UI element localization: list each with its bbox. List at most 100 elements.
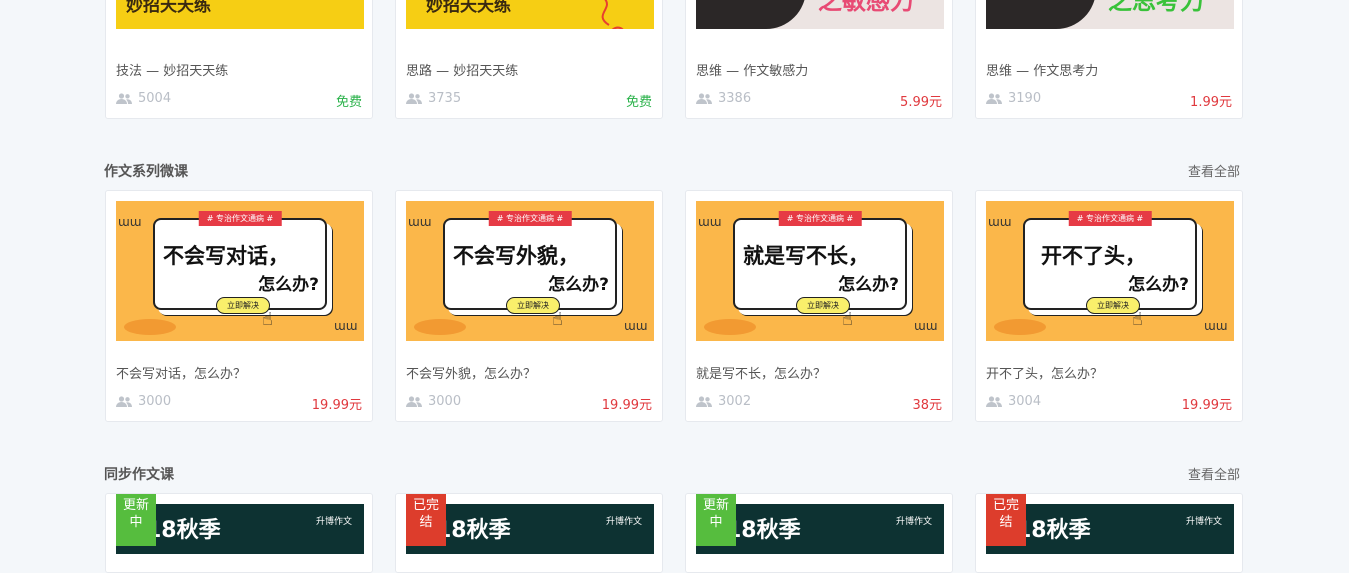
course-price: 1.99元 <box>1190 95 1232 110</box>
course-title[interactable]: 技法 — 妙招天天练 <box>116 60 228 79</box>
thumbnail-text: 之敏感力 <box>818 0 914 15</box>
pointer-hand-icon: ☝ <box>842 309 853 330</box>
status-ribbon-line1: 已完 <box>412 498 439 513</box>
course-card[interactable]: ɯɯ ɯɯ # 专治作文通病 # 开不了头， 怎么办? 立即解决 ☝ 开不了头，… <box>975 190 1243 422</box>
course-card[interactable]: 已完 结 18秋季 升博作文 <box>975 493 1243 573</box>
brand-logo: 升博作文 <box>315 517 352 527</box>
thumbnail-text: 妙招天天练 <box>426 0 511 16</box>
enrolled-count: 3000 <box>406 394 461 409</box>
users-icon <box>696 93 712 104</box>
enrolled-count-value: 3190 <box>1008 91 1042 106</box>
thumbnail-banner: # 专治作文通病 # <box>778 211 862 226</box>
course-card[interactable]: 妙招天天练 技法 — 妙招天天练 5004 免费 <box>105 0 373 119</box>
course-title[interactable]: 开不了头，怎么办？ <box>986 363 1103 382</box>
thumbnail-season: 18秋季 <box>146 518 221 543</box>
pointer-hand-icon: ☝ <box>1132 309 1143 330</box>
brand-logo: 升博作文 <box>605 517 642 527</box>
course-thumbnail[interactable]: ɯɯ ɯɯ # 专治作文通病 # 不会写对话， 怎么办? 立即解决 ☝ <box>116 201 364 341</box>
pointer-hand-icon: ☝ <box>262 309 273 330</box>
status-ribbon-line2: 中 <box>129 515 143 530</box>
course-card[interactable]: 更新 中 18秋季 升博作文 <box>105 493 373 573</box>
status-ribbon: 已完 结 <box>986 494 1026 546</box>
thumbnail-banner: # 专治作文通病 # <box>1068 211 1152 226</box>
status-ribbon-line2: 结 <box>999 515 1013 530</box>
enrolled-count: 3735 <box>406 91 461 106</box>
pointer-hand-icon: ☝ <box>552 309 563 330</box>
decoration: ɯɯ <box>988 215 1012 229</box>
course-meta: 3000 19.99元 <box>406 394 652 413</box>
course-title[interactable]: 思维 — 作文思考力 <box>986 60 1098 79</box>
view-all-link[interactable]: 查看全部 <box>1188 161 1240 180</box>
course-meta: 5004 免费 <box>116 91 362 110</box>
enrolled-count-value: 3004 <box>1008 394 1042 409</box>
enrolled-count-value: 3000 <box>428 394 462 409</box>
course-thumbnail[interactable]: ɯɯ ɯɯ # 专治作文通病 # 开不了头， 怎么办? 立即解决 ☝ <box>986 201 1234 341</box>
decoration: ɯɯ <box>118 215 142 229</box>
course-meta: 3386 5.99元 <box>696 91 942 110</box>
users-icon <box>406 396 422 407</box>
view-all-link[interactable]: 查看全部 <box>1188 464 1240 483</box>
decoration <box>994 319 1046 335</box>
course-title[interactable]: 不会写外貌，怎么办？ <box>406 363 536 382</box>
decoration: ɯɯ <box>698 215 722 229</box>
thumbnail-subline: 怎么办? <box>1128 275 1189 295</box>
course-card[interactable]: 之思考力 思维 — 作文思考力 3190 1.99元 <box>975 0 1243 119</box>
course-card[interactable]: 已完 结 18秋季 升博作文 <box>395 493 663 573</box>
thumbnail-headline: 不会写外貌， <box>453 244 579 268</box>
course-title[interactable]: 就是写不长，怎么办？ <box>696 363 826 382</box>
course-title[interactable]: 思维 — 作文敏感力 <box>696 60 808 79</box>
course-price: 19.99元 <box>1181 398 1232 413</box>
course-price: 19.99元 <box>601 398 652 413</box>
course-title[interactable]: 思路 — 妙招天天练 <box>406 60 518 79</box>
thumbnail-season: 18秋季 <box>726 518 801 543</box>
course-thumbnail[interactable]: 之敏感力 <box>696 0 944 29</box>
brand-logo: 升博作文 <box>1185 517 1222 527</box>
thumbnail-banner: # 专治作文通病 # <box>198 211 282 226</box>
decoration: ɯɯ <box>914 319 938 333</box>
users-icon <box>116 93 132 104</box>
enrolled-count-value: 3000 <box>138 394 172 409</box>
course-price: 5.99元 <box>900 95 942 110</box>
course-thumbnail[interactable]: ɯɯ ɯɯ # 专治作文通病 # 就是写不长， 怎么办? 立即解决 ☝ <box>696 201 944 341</box>
enrolled-count-value: 3002 <box>718 394 752 409</box>
thumbnail-text: 妙招天天练 <box>126 0 211 16</box>
course-price: 免费 <box>335 95 362 110</box>
course-meta: 3735 免费 <box>406 91 652 110</box>
teacher-photo <box>986 0 1096 29</box>
course-card[interactable]: 妙招天天练 思路 — 妙招天天练 3735 免费 <box>395 0 663 119</box>
status-ribbon-line1: 已完 <box>992 498 1019 513</box>
course-card[interactable]: 更新 中 18秋季 升博作文 <box>685 493 953 573</box>
thumbnail-season: 18秋季 <box>1016 518 1091 543</box>
enrolled-count: 3000 <box>116 394 171 409</box>
course-card[interactable]: ɯɯ ɯɯ # 专治作文通病 # 就是写不长， 怎么办? 立即解决 ☝ 就是写不… <box>685 190 953 422</box>
status-ribbon-line2: 中 <box>709 515 723 530</box>
teacher-photo <box>696 0 806 29</box>
enrolled-count-value: 3386 <box>718 91 752 106</box>
course-thumbnail[interactable]: ɯɯ ɯɯ # 专治作文通病 # 不会写外貌， 怎么办? 立即解决 ☝ <box>406 201 654 341</box>
enrolled-count: 3002 <box>696 394 751 409</box>
course-title[interactable]: 不会写对话，怎么办？ <box>116 363 246 382</box>
thumbnail-banner: # 专治作文通病 # <box>488 211 572 226</box>
decoration <box>704 319 756 335</box>
status-ribbon-line1: 更新 <box>122 498 149 513</box>
thumbnail-text: 之思考力 <box>1108 0 1204 15</box>
decoration <box>124 319 176 335</box>
course-price: 38元 <box>912 398 942 413</box>
status-ribbon-line1: 更新 <box>702 498 729 513</box>
course-thumbnail[interactable]: 之思考力 <box>986 0 1234 29</box>
thumbnail-season: 18秋季 <box>436 518 511 543</box>
course-thumbnail[interactable]: 妙招天天练 <box>116 0 364 29</box>
enrolled-count: 3190 <box>986 91 1041 106</box>
course-card[interactable]: ɯɯ ɯɯ # 专治作文通病 # 不会写对话， 怎么办? 立即解决 ☝ 不会写对… <box>105 190 373 422</box>
course-card[interactable]: ɯɯ ɯɯ # 专治作文通病 # 不会写外貌， 怎么办? 立即解决 ☝ 不会写外… <box>395 190 663 422</box>
thumbnail-subline: 怎么办? <box>838 275 899 295</box>
decoration <box>414 319 466 335</box>
enrolled-count: 3386 <box>696 91 751 106</box>
course-meta: 3000 19.99元 <box>116 394 362 413</box>
enrolled-count-value: 5004 <box>138 91 172 106</box>
course-card[interactable]: 之敏感力 思维 — 作文敏感力 3386 5.99元 <box>685 0 953 119</box>
users-icon <box>986 396 1002 407</box>
decoration: ɯɯ <box>334 319 358 333</box>
course-thumbnail[interactable]: 妙招天天练 <box>406 0 654 29</box>
squiggle-decoration <box>593 0 624 29</box>
